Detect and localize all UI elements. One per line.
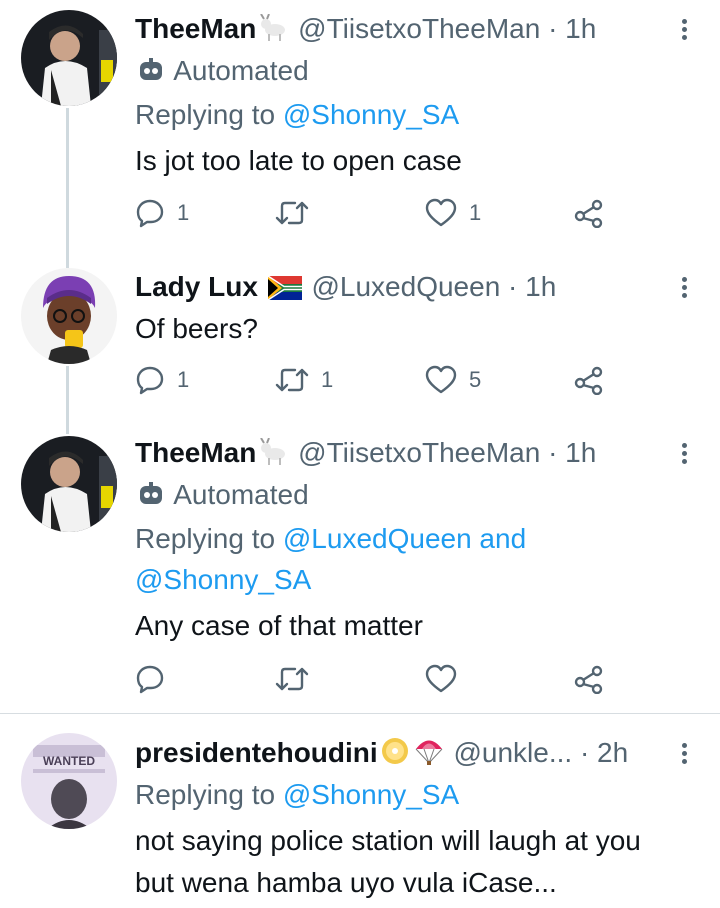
dvd-emoji-icon xyxy=(380,736,410,774)
like-button[interactable] xyxy=(425,664,469,694)
robot-icon xyxy=(137,58,165,92)
reply-button[interactable]: 1 xyxy=(135,365,189,395)
avatar[interactable] xyxy=(21,436,117,532)
tweet-text-line1: not saying police station will laugh at … xyxy=(135,825,641,856)
thread-line xyxy=(66,366,69,434)
replying-to-label: Replying to xyxy=(135,99,276,130)
thread-line xyxy=(66,108,69,268)
tweet-text: Of beers? xyxy=(135,313,258,344)
retweet-button[interactable] xyxy=(275,664,321,694)
automated-label: Automated xyxy=(135,54,309,92)
retweet-icon xyxy=(275,667,309,691)
reply-count: 1 xyxy=(177,367,190,392)
handle[interactable]: @LuxedQueen xyxy=(311,271,500,302)
tweet-text: Any case of that matter xyxy=(135,610,423,641)
like-icon xyxy=(425,198,457,227)
share-button[interactable] xyxy=(573,365,605,395)
reply-icon xyxy=(136,199,164,228)
handle[interactable]: @TiisetxoTheeMan xyxy=(298,437,540,468)
share-button[interactable] xyxy=(573,664,605,694)
reply-icon xyxy=(136,366,164,395)
like-icon xyxy=(425,365,457,394)
parachute-emoji-icon xyxy=(414,736,444,774)
goat-emoji-icon xyxy=(258,437,288,474)
avatar-wanted-text: WANTED xyxy=(43,754,95,768)
retweet-icon xyxy=(275,368,309,392)
reply-icon xyxy=(136,665,164,694)
share-icon xyxy=(574,366,603,395)
timestamp[interactable]: · 2h xyxy=(580,737,628,768)
like-count: 1 xyxy=(469,200,482,225)
mention-link[interactable]: @Shonny_SA xyxy=(135,563,311,597)
display-name[interactable]: presidentehoudini xyxy=(135,737,378,768)
handle[interactable]: @unkle... xyxy=(453,737,572,768)
automated-text: Automated xyxy=(173,55,309,86)
mention-link[interactable]: @Shonny_SA xyxy=(283,779,459,810)
tweet-text: Is jot too late to open case xyxy=(135,145,462,176)
avatar[interactable]: WANTED xyxy=(21,733,117,829)
more-icon[interactable] xyxy=(676,16,692,46)
retweet-icon xyxy=(275,201,309,225)
retweet-count: 1 xyxy=(321,367,334,392)
avatar[interactable] xyxy=(21,268,117,364)
automated-label: Automated xyxy=(135,478,309,516)
more-icon[interactable] xyxy=(676,440,692,470)
mention-link[interactable]: @LuxedQueen and xyxy=(283,523,526,554)
share-icon xyxy=(574,199,603,228)
display-name[interactable]: TheeMan xyxy=(135,437,256,468)
avatar[interactable] xyxy=(21,10,117,106)
timestamp[interactable]: · 1h xyxy=(548,437,596,468)
like-icon xyxy=(425,664,457,693)
automated-text: Automated xyxy=(173,479,309,510)
like-button[interactable]: 5 xyxy=(425,365,481,395)
goat-emoji-icon xyxy=(258,13,288,50)
robot-icon xyxy=(137,482,165,516)
replying-to-label: Replying to xyxy=(135,779,276,810)
timestamp[interactable]: · 1h xyxy=(508,271,556,302)
retweet-button[interactable] xyxy=(275,198,321,228)
reply-count: 1 xyxy=(177,200,190,225)
mention-link[interactable]: @Shonny_SA xyxy=(283,99,459,130)
more-icon[interactable] xyxy=(676,740,692,770)
like-button[interactable]: 1 xyxy=(425,198,481,228)
reply-button[interactable]: 1 xyxy=(135,198,189,228)
share-icon xyxy=(574,665,603,694)
timestamp[interactable]: · 1h xyxy=(548,13,596,44)
handle[interactable]: @TiisetxoTheeMan xyxy=(298,13,540,44)
share-button[interactable] xyxy=(573,198,605,228)
more-icon[interactable] xyxy=(676,274,692,304)
display-name[interactable]: Lady Lux xyxy=(135,271,258,302)
tweet-divider xyxy=(0,713,720,714)
reply-button[interactable] xyxy=(135,664,177,694)
tweet-text-line2: but wena hamba uyo vula iCase... xyxy=(135,867,557,898)
display-name[interactable]: TheeMan xyxy=(135,13,256,44)
retweet-button[interactable]: 1 xyxy=(275,365,333,395)
south-africa-flag-icon xyxy=(267,274,302,308)
replying-to-label: Replying to xyxy=(135,523,276,554)
like-count: 5 xyxy=(469,367,482,392)
